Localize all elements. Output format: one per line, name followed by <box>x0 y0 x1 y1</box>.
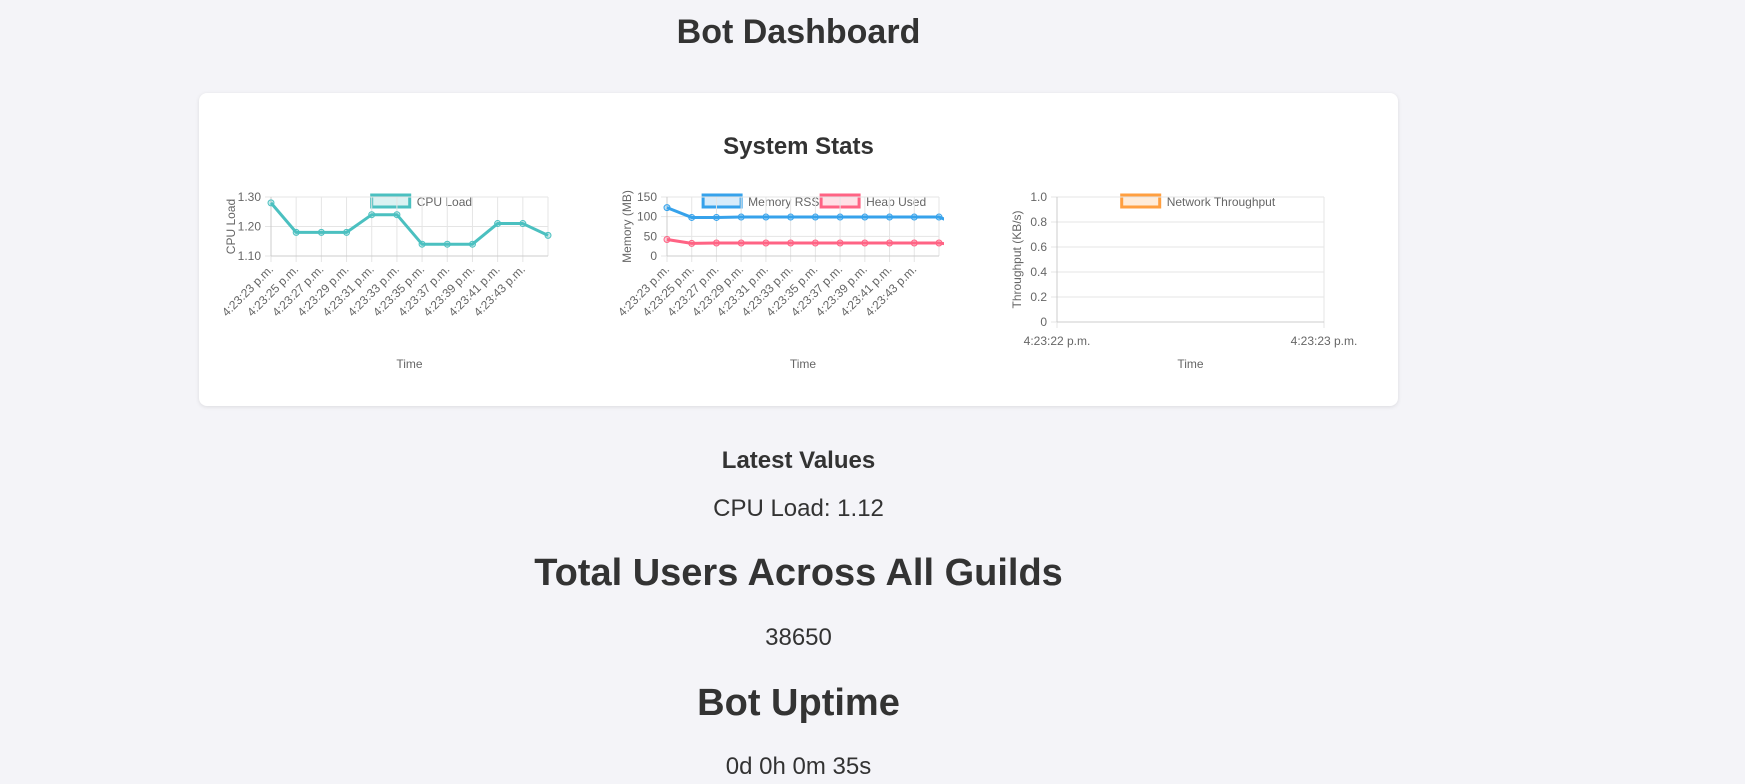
data-point <box>663 204 671 212</box>
data-point <box>787 239 795 247</box>
data-point <box>762 239 770 247</box>
y-tick-label: 0.4 <box>1030 265 1047 279</box>
y-tick-label: 0 <box>650 249 657 263</box>
y-axis-title: Memory (MB) <box>620 190 634 263</box>
y-tick-label: 0.8 <box>1030 215 1047 229</box>
y-tick-label: 0.2 <box>1030 290 1047 304</box>
data-point <box>317 228 325 236</box>
memory-chart: Memory RSS Heap Used1501005004:23:23 p.m.… <box>615 190 967 371</box>
y-tick-label: 1.30 <box>238 190 262 204</box>
data-point <box>861 213 869 221</box>
data-point <box>935 239 943 247</box>
grid-lines <box>1051 196 1325 328</box>
data-point <box>393 211 401 219</box>
data-point <box>961 243 967 249</box>
data-point <box>935 213 943 221</box>
data-point <box>737 213 745 221</box>
bot-uptime-value: 0d 0h 0m 35s <box>725 753 872 780</box>
network-chart: Network Throughput1.00.80.60.40.204:23:2… <box>1010 190 1358 371</box>
y-tick-label: 1.10 <box>238 249 262 263</box>
total-users-value: 38650 <box>765 624 832 651</box>
x-tick-label: 4:23:22 p.m. <box>1024 334 1091 348</box>
dashboard-page: Bot Dashboard System Stats CPU Load 1.30 1… <box>0 0 1745 784</box>
x-axis-title: Time <box>790 357 817 371</box>
data-point <box>762 213 770 221</box>
y-tick-label: 100 <box>637 210 657 224</box>
x-axis-title: Time <box>1177 357 1204 371</box>
data-point <box>468 240 476 248</box>
y-tick-label: 0 <box>1040 315 1047 329</box>
data-point <box>836 213 844 221</box>
data-point <box>712 239 720 247</box>
data-point <box>712 213 720 221</box>
data-point <box>443 240 451 248</box>
data-point <box>544 231 552 239</box>
data-point <box>886 239 894 247</box>
y-tick-label: 0.6 <box>1030 240 1047 254</box>
series-line <box>269 201 549 246</box>
y-tick-label: 50 <box>644 229 658 243</box>
data-point <box>886 213 894 221</box>
data-point <box>737 239 745 247</box>
y-tick-label: 150 <box>637 190 657 204</box>
data-point <box>663 235 671 243</box>
data-point <box>267 199 275 207</box>
data-point <box>688 213 696 221</box>
latest-values-title: Latest Values <box>721 447 876 474</box>
x-tick-label: 4:23:23 p.m. <box>1291 334 1358 348</box>
data-point <box>368 211 376 219</box>
data-point <box>343 228 351 236</box>
data-point <box>811 213 819 221</box>
data-point <box>688 239 696 247</box>
system-stats-title: System Stats <box>723 133 874 160</box>
page-title: Bot Dashboard <box>676 13 921 51</box>
data-point <box>811 239 819 247</box>
cpu-load-latest: CPU Load: 1.12 <box>713 495 884 522</box>
data-point <box>910 239 918 247</box>
data-point <box>787 213 795 221</box>
data-point <box>910 213 918 221</box>
data-point <box>836 239 844 247</box>
y-axis-title: Throughput (KB/s) <box>1010 210 1024 308</box>
system-stats-card: System Stats CPU Load 1.30 1.20 1.10 4:23:23… <box>199 93 1398 406</box>
cpu-load-chart: CPU Load1.301.201.104:23:23 p.m.4:23:25 … <box>219 190 552 371</box>
bot-uptime-title: Bot Uptime <box>697 682 900 724</box>
data-point <box>418 240 426 248</box>
data-point <box>519 220 527 228</box>
y-tick-label: 1.0 <box>1030 190 1047 204</box>
y-tick-label: 1.20 <box>238 220 262 234</box>
data-point <box>961 224 967 230</box>
total-users-title: Total Users Across All Guilds <box>534 552 1063 594</box>
y-axis-title: CPU Load <box>224 199 238 254</box>
data-point <box>292 228 300 236</box>
x-axis-title: Time <box>396 357 423 371</box>
data-point <box>494 220 502 228</box>
data-point <box>861 239 869 247</box>
